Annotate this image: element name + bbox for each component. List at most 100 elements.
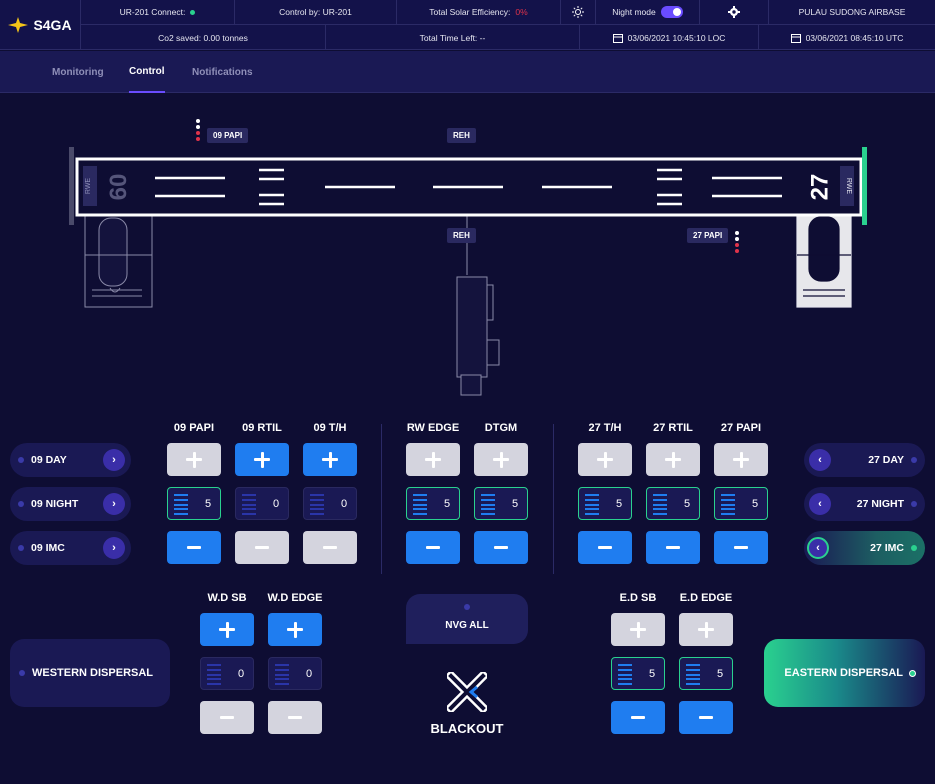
col-ed-sb-label: E.D SB bbox=[619, 592, 657, 604]
reh-bottom-label[interactable]: REH bbox=[447, 228, 476, 243]
status-dot bbox=[464, 604, 470, 610]
status-dot bbox=[18, 501, 24, 507]
level-27-rtil: 5 bbox=[646, 487, 700, 520]
increase-27-th-button[interactable] bbox=[578, 443, 632, 476]
mode-27-night[interactable]: ‹ 27 NIGHT bbox=[804, 487, 925, 521]
increase-rw-edge-button[interactable] bbox=[406, 443, 460, 476]
east-threshold-bar bbox=[862, 147, 867, 225]
control-by: Control by: UR-201 bbox=[234, 0, 396, 25]
mode-09-day-label: 09 DAY bbox=[31, 454, 67, 466]
minus-icon bbox=[598, 546, 612, 549]
col-27-th-label: 27 T/H bbox=[588, 422, 622, 434]
level-09-rtil: 0 bbox=[235, 487, 289, 520]
top-header: S4GA UR-201 Connect: Control by: UR-201 … bbox=[0, 0, 935, 50]
decrease-ed-sb-button[interactable] bbox=[611, 701, 665, 734]
tab-monitoring[interactable]: Monitoring bbox=[52, 51, 104, 93]
col-27-papi-label: 27 PAPI bbox=[720, 422, 762, 434]
western-dispersal-label: WESTERN DISPERSAL bbox=[32, 667, 154, 679]
col-ed-edge-label: E.D EDGE bbox=[679, 592, 733, 604]
night-mode-toggle[interactable] bbox=[660, 6, 683, 18]
level-27-papi: 5 bbox=[714, 487, 768, 520]
col-dtgm-label: DTGM bbox=[484, 422, 518, 434]
increase-09-th-button[interactable] bbox=[303, 443, 357, 476]
increase-09-rtil-button[interactable] bbox=[235, 443, 289, 476]
nvg-all-button[interactable]: NVG ALL bbox=[406, 594, 528, 644]
divider bbox=[553, 424, 554, 574]
connect-status-dot bbox=[190, 9, 196, 15]
plus-icon bbox=[493, 451, 509, 468]
decrease-wd-edge-button[interactable] bbox=[268, 701, 322, 734]
divider bbox=[381, 424, 382, 574]
western-dispersal-button[interactable]: WESTERN DISPERSAL bbox=[10, 639, 170, 707]
papi-27-label[interactable]: 27 PAPI bbox=[687, 228, 729, 243]
night-mode: Night mode bbox=[595, 0, 699, 25]
airbase-name: PULAU SUDONG AIRBASE bbox=[768, 0, 935, 25]
decrease-09-th-button[interactable] bbox=[303, 531, 357, 564]
west-rwe-label: RWE bbox=[85, 178, 92, 195]
gear-icon bbox=[728, 6, 740, 18]
increase-wd-sb-button[interactable] bbox=[200, 613, 254, 646]
decrease-27-rtil-button[interactable] bbox=[646, 531, 700, 564]
status-dot bbox=[909, 669, 916, 677]
minus-icon bbox=[187, 546, 201, 549]
decrease-09-rtil-button[interactable] bbox=[235, 531, 289, 564]
nvg-all-label: NVG ALL bbox=[445, 619, 489, 631]
runway-number-09: 09 bbox=[104, 174, 131, 201]
increase-27-rtil-button[interactable] bbox=[646, 443, 700, 476]
plus-icon bbox=[665, 451, 681, 468]
increase-wd-edge-button[interactable] bbox=[268, 613, 322, 646]
tab-notifications[interactable]: Notifications bbox=[192, 51, 253, 93]
west-threshold-bar bbox=[69, 147, 74, 225]
tab-bar: Monitoring Control Notifications bbox=[0, 51, 935, 93]
west-taxiway bbox=[84, 214, 153, 308]
decrease-09-papi-button[interactable] bbox=[167, 531, 221, 564]
mode-27-day[interactable]: ‹ 27 DAY bbox=[804, 443, 925, 477]
status-dot bbox=[19, 670, 25, 676]
calendar-icon bbox=[612, 33, 623, 43]
mode-27-day-label: 27 DAY bbox=[868, 454, 904, 466]
blackout-button[interactable]: BLACKOUT bbox=[406, 669, 528, 736]
level-09-th: 0 bbox=[303, 487, 357, 520]
decrease-27-th-button[interactable] bbox=[578, 531, 632, 564]
increase-09-papi-button[interactable] bbox=[167, 443, 221, 476]
increase-ed-edge-button[interactable] bbox=[679, 613, 733, 646]
eastern-dispersal-button[interactable]: EASTERN DISPERSAL bbox=[764, 639, 925, 707]
increase-ed-sb-button[interactable] bbox=[611, 613, 665, 646]
reh-top-label[interactable]: REH bbox=[447, 128, 476, 143]
papi-09-lights bbox=[196, 119, 200, 141]
level-ed-sb: 5 bbox=[611, 657, 665, 690]
decrease-ed-edge-button[interactable] bbox=[679, 701, 733, 734]
minus-icon bbox=[699, 716, 713, 719]
increase-dtgm-button[interactable] bbox=[474, 443, 528, 476]
settings-button[interactable] bbox=[699, 0, 768, 25]
east-taxiway bbox=[796, 214, 852, 308]
mode-09-night-label: 09 NIGHT bbox=[31, 498, 79, 510]
level-rw-edge: 5 bbox=[406, 487, 460, 520]
mode-09-night[interactable]: 09 NIGHT › bbox=[10, 487, 131, 521]
minus-icon bbox=[631, 716, 645, 719]
plus-icon bbox=[254, 451, 270, 468]
brightness-button[interactable] bbox=[560, 0, 595, 25]
mode-09-day[interactable]: 09 DAY › bbox=[10, 443, 131, 477]
decrease-rw-edge-button[interactable] bbox=[406, 531, 460, 564]
mode-09-imc[interactable]: 09 IMC › bbox=[10, 531, 131, 565]
plus-icon bbox=[186, 451, 202, 468]
decrease-wd-sb-button[interactable] bbox=[200, 701, 254, 734]
papi-09-label[interactable]: 09 PAPI bbox=[207, 128, 249, 143]
chevron-left-icon: ‹ bbox=[809, 493, 831, 515]
col-wd-sb-label: W.D SB bbox=[207, 592, 247, 604]
solar-efficiency-value: 0% bbox=[515, 7, 528, 17]
logo-text: S4GA bbox=[33, 17, 72, 33]
level-27-th: 5 bbox=[578, 487, 632, 520]
blackout-label: BLACKOUT bbox=[430, 721, 504, 736]
plane-icon bbox=[8, 17, 29, 33]
increase-27-papi-button[interactable] bbox=[714, 443, 768, 476]
tab-control[interactable]: Control bbox=[129, 51, 165, 93]
col-rw-edge-label: RW EDGE bbox=[406, 422, 460, 434]
plus-icon bbox=[425, 451, 441, 468]
col-09-th-label: 09 T/H bbox=[313, 422, 347, 434]
decrease-27-papi-button[interactable] bbox=[714, 531, 768, 564]
papi-27-lights bbox=[735, 231, 739, 253]
mode-27-imc[interactable]: ‹ 27 IMC bbox=[804, 531, 925, 565]
decrease-dtgm-button[interactable] bbox=[474, 531, 528, 564]
